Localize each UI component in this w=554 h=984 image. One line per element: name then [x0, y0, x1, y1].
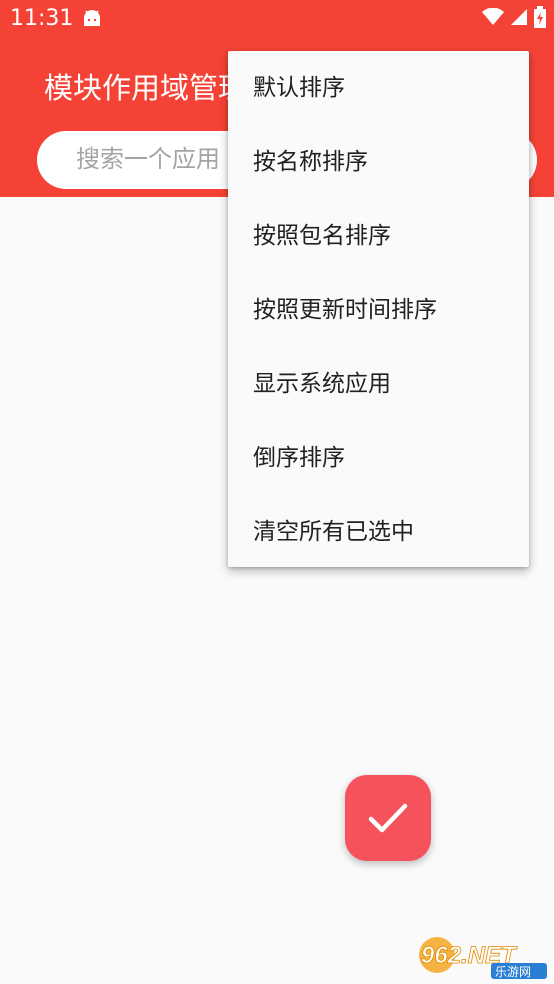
menu-item-clear-selection[interactable]: 清空所有已选中 [228, 495, 529, 569]
menu-item-label: 倒序排序 [253, 445, 345, 471]
menu-item-reverse-sort[interactable]: 倒序排序 [228, 421, 529, 495]
menu-item-label: 按照包名排序 [253, 223, 391, 249]
menu-item-label: 清空所有已选中 [253, 519, 414, 545]
status-time: 11:31 [10, 6, 74, 31]
menu-item-sort-by-name[interactable]: 按名称排序 [228, 125, 529, 199]
check-icon [368, 803, 408, 833]
watermark-subtitle: 乐游网 [495, 965, 531, 979]
menu-item-label: 按名称排序 [253, 149, 368, 175]
confirm-fab-button[interactable] [345, 775, 431, 861]
menu-item-label: 显示系统应用 [253, 371, 391, 397]
menu-item-default-sort[interactable]: 默认排序 [228, 51, 529, 125]
menu-item-label: 按照更新时间排序 [253, 297, 437, 323]
page-title: 模块作用域管理 [44, 71, 248, 105]
search-placeholder: 搜索一个应用 [76, 145, 220, 173]
battery-charging-icon [534, 6, 546, 28]
sort-options-menu: 默认排序 按名称排序 按照包名排序 按照更新时间排序 显示系统应用 倒序排序 清… [228, 51, 529, 567]
status-icons [482, 6, 546, 28]
menu-item-label: 默认排序 [253, 75, 345, 101]
android-notification-icon [84, 10, 100, 26]
menu-item-sort-by-update-time[interactable]: 按照更新时间排序 [228, 273, 529, 347]
cellular-signal-icon [511, 9, 527, 25]
watermark-logo: 962.NET 乐游网 [419, 937, 547, 979]
status-bar: 11:31 [0, 0, 554, 38]
menu-item-show-system-apps[interactable]: 显示系统应用 [228, 347, 529, 421]
menu-item-sort-by-package[interactable]: 按照包名排序 [228, 199, 529, 273]
wifi-icon [482, 8, 504, 25]
